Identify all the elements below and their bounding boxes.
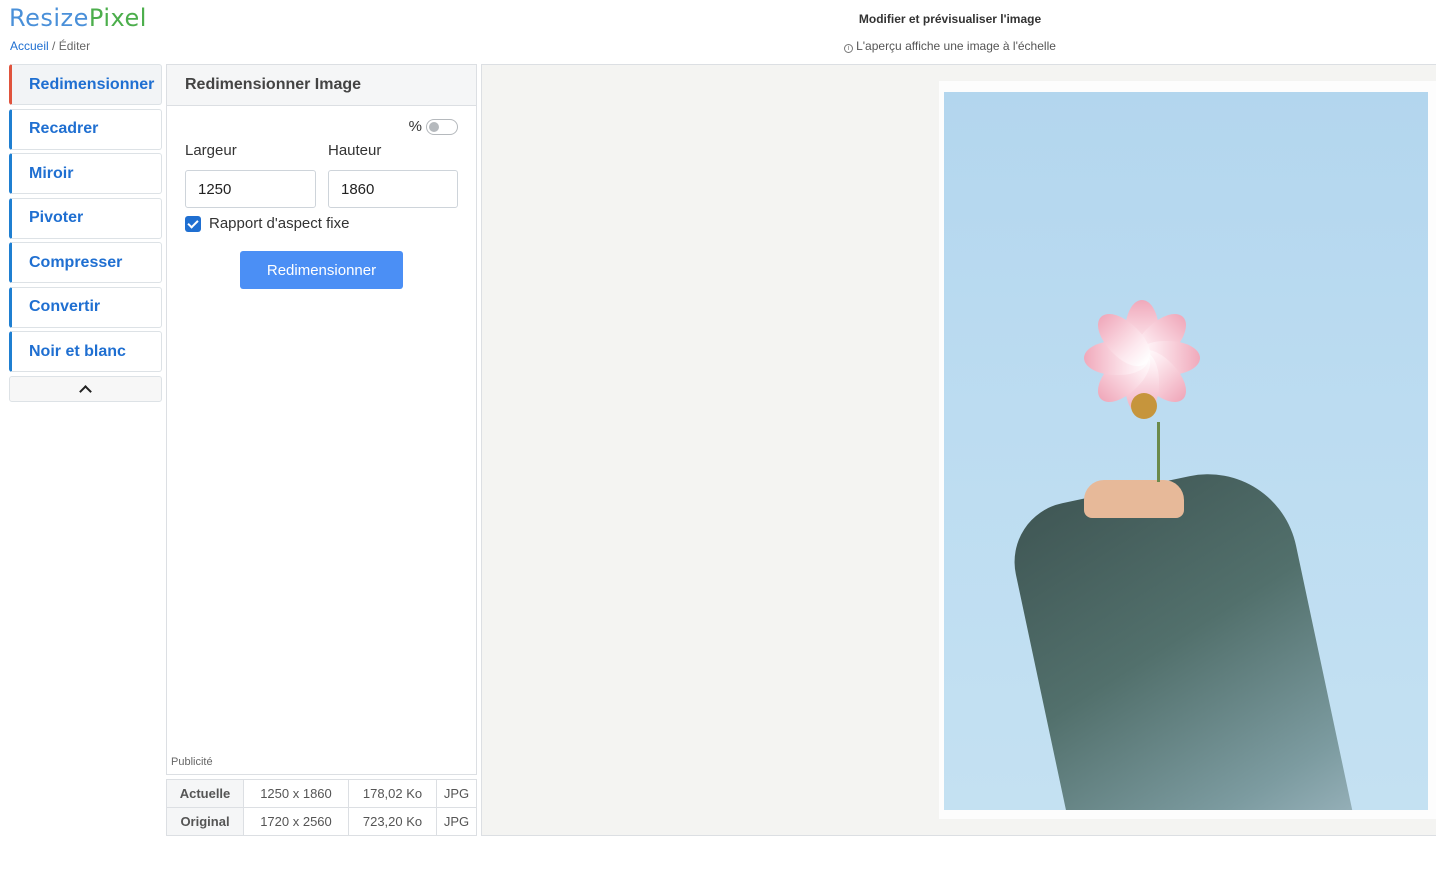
sidebar-item-convert[interactable]: Convertir: [9, 286, 162, 328]
chevron-up-icon: [79, 384, 92, 398]
breadcrumb: Accueil / Éditer: [10, 39, 90, 53]
height-label: Hauteur: [328, 142, 382, 159]
image-info-table: Actuelle 1250 x 1860 178,02 Ko JPG Origi…: [166, 779, 477, 836]
sidebar-item-label: Compresser: [29, 253, 123, 271]
width-label: Largeur: [185, 142, 237, 159]
tool-sidebar: Redimensionner Recadrer Miroir Pivoter C…: [9, 64, 162, 402]
info-row-label: Original: [166, 807, 244, 836]
brand-logo[interactable]: ResizePixel: [9, 4, 147, 32]
sidebar-item-crop[interactable]: Recadrer: [9, 108, 162, 150]
image-preview-area[interactable]: [481, 64, 1436, 836]
page-title: Modifier et prévisualiser l'image: [858, 12, 1042, 26]
info-dimensions: 1720 x 2560: [243, 807, 349, 836]
sidebar-item-label: Convertir: [29, 298, 101, 315]
brand-part-2: Pixel: [88, 4, 147, 32]
breadcrumb-home-link[interactable]: Accueil: [10, 39, 49, 53]
sidebar-item-compress[interactable]: Compresser: [9, 242, 162, 283]
info-dimensions: 1250 x 1860: [243, 779, 349, 808]
ad-label: Publicité: [171, 756, 213, 768]
resize-button[interactable]: Redimensionner: [240, 251, 403, 289]
table-row: Original 1720 x 2560 723,20 Ko JPG: [166, 807, 477, 836]
sidebar-item-label: Pivoter: [29, 209, 84, 226]
sidebar-item-rotate[interactable]: Pivoter: [9, 197, 162, 239]
sidebar-item-label: Recadrer: [29, 120, 99, 137]
preview-note: i L'aperçu affiche une image à l'échelle: [760, 39, 1140, 53]
sidebar-item-resize[interactable]: Redimensionner: [9, 64, 162, 105]
width-input[interactable]: [185, 170, 316, 208]
preview-image: [944, 92, 1428, 810]
info-size: 178,02 Ko: [348, 779, 437, 808]
photo-flower-stem: [1157, 422, 1160, 482]
preview-image-frame: [939, 81, 1436, 819]
aspect-ratio-row: Rapport d'aspect fixe: [185, 215, 349, 232]
height-input[interactable]: [328, 170, 458, 208]
info-icon: i: [844, 44, 854, 53]
info-row-label: Actuelle: [166, 779, 244, 808]
breadcrumb-current: Éditer: [58, 39, 91, 53]
sidebar-item-label: Miroir: [29, 164, 74, 182]
sidebar-item-label: Redimensionner: [29, 75, 155, 93]
preview-note-text: L'aperçu affiche une image à l'échelle: [856, 39, 1056, 53]
table-row: Actuelle 1250 x 1860 178,02 Ko JPG: [166, 779, 477, 808]
info-size: 723,20 Ko: [348, 807, 437, 836]
aspect-ratio-checkbox[interactable]: [185, 215, 201, 232]
sidebar-item-label: Noir et blanc: [29, 342, 126, 360]
percent-toggle[interactable]: [426, 118, 458, 135]
photo-sleeve: [1003, 457, 1365, 810]
percent-label: %: [408, 118, 422, 135]
sidebar-item-mirror[interactable]: Miroir: [9, 153, 162, 194]
sidebar-collapse-button[interactable]: [9, 375, 162, 402]
info-format: JPG: [436, 779, 477, 808]
resize-panel: Redimensionner Image % Largeur Hauteur R…: [166, 64, 477, 775]
breadcrumb-separator: /: [52, 39, 56, 53]
photo-hand: [1084, 480, 1184, 518]
info-format: JPG: [436, 807, 477, 836]
aspect-ratio-label: Rapport d'aspect fixe: [209, 215, 350, 232]
percent-toggle-row: %: [409, 118, 458, 135]
sidebar-item-black-white[interactable]: Noir et blanc: [9, 331, 162, 372]
photo-flower-center: [1131, 393, 1157, 419]
panel-title: Redimensionner Image: [167, 65, 476, 106]
brand-part-1: Resize: [9, 4, 89, 32]
